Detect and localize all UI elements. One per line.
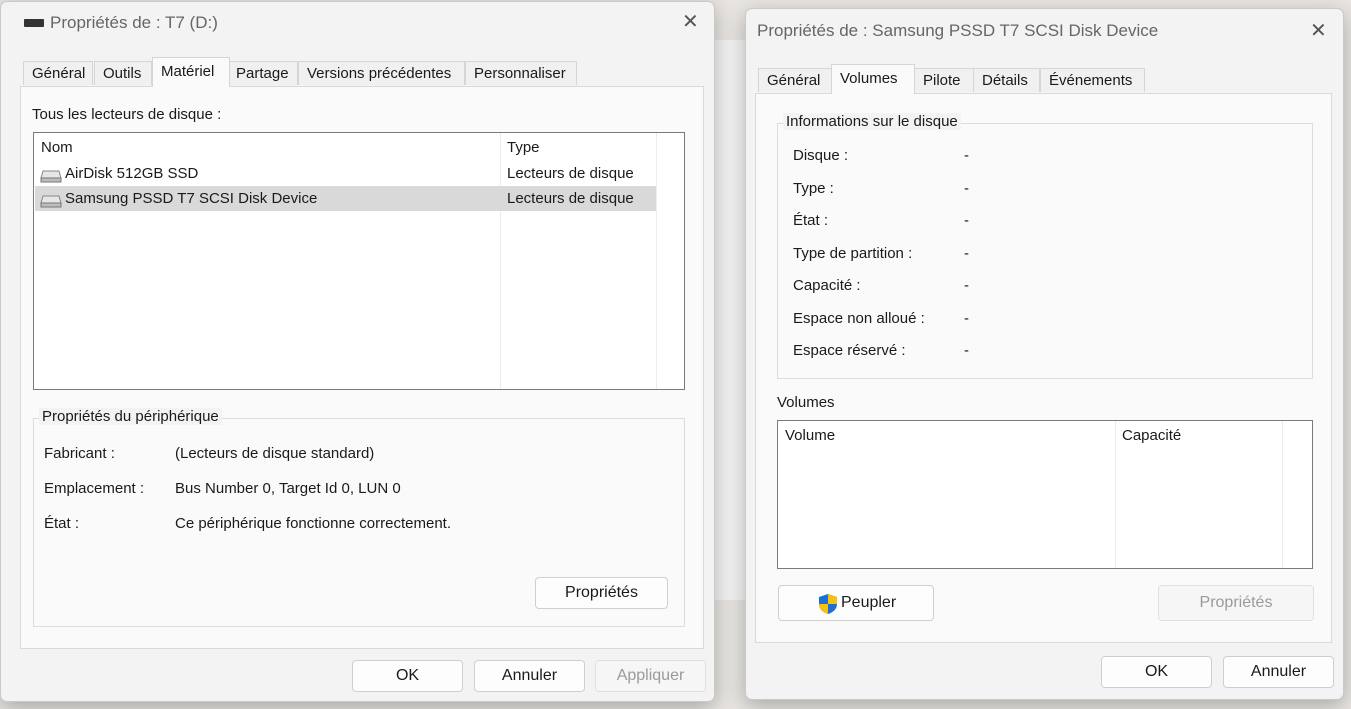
window-title: Propriétés de : Samsung PSSD T7 SCSI Dis…: [757, 21, 1159, 40]
tab-events[interactable]: Événements: [1040, 68, 1145, 92]
tab-strip: Général Outils Matériel Partage Versions…: [1, 57, 714, 87]
close-icon[interactable]: ✕: [1310, 21, 1327, 41]
uac-shield-icon: [819, 594, 837, 614]
ok-button[interactable]: OK: [1101, 656, 1212, 688]
tab-strip: Général Volumes Pilote Détails Événement…: [746, 64, 1343, 94]
group-legend: Propriétés du périphérique: [39, 408, 222, 425]
status-value: Ce périphérique fonctionne correctement.: [175, 515, 451, 532]
column-divider: [656, 133, 657, 389]
volumes-caption: Volumes: [777, 394, 835, 411]
apply-button[interactable]: Appliquer: [595, 660, 706, 692]
background-window-fragment: [713, 40, 747, 600]
volumes-panel: Informations sur le disque Disque : - Ty…: [755, 93, 1332, 643]
drives-list[interactable]: Nom Type AirDisk 512GB SSD Lecteurs de d…: [33, 132, 685, 390]
tab-previous-versions[interactable]: Versions précédentes: [298, 61, 465, 85]
reserved-space-value: -: [964, 342, 969, 359]
disk-value: -: [964, 147, 969, 164]
hardware-panel: Tous les lecteurs de disque : Nom Type A…: [20, 86, 704, 649]
drive-name: Samsung PSSD T7 SCSI Disk Device: [65, 190, 318, 207]
capacity-value: -: [964, 277, 969, 294]
list-caption: Tous les lecteurs de disque :: [32, 106, 222, 123]
location-value: Bus Number 0, Target Id 0, LUN 0: [175, 480, 401, 497]
column-divider: [1115, 421, 1116, 568]
volumes-list[interactable]: Volume Capacité: [777, 420, 1313, 569]
unallocated-space-label: Espace non alloué :: [793, 310, 925, 327]
close-icon[interactable]: ✕: [682, 12, 699, 32]
type-label: Type :: [793, 180, 834, 197]
populate-button[interactable]: Peupler: [778, 585, 934, 621]
reserved-space-label: Espace réservé :: [793, 342, 906, 359]
status-label: État :: [793, 212, 829, 229]
device-properties-group: Propriétés du périphérique Fabricant : (…: [33, 408, 685, 627]
drive-type: Lecteurs de disque: [507, 190, 634, 207]
tab-driver[interactable]: Pilote: [914, 68, 974, 92]
column-header-name[interactable]: Nom: [41, 139, 73, 156]
title-bar[interactable]: Propriétés de : Samsung PSSD T7 SCSI Dis…: [746, 9, 1343, 53]
column-divider: [1282, 421, 1283, 568]
disk-label: Disque :: [793, 147, 849, 164]
drive-icon: [24, 19, 44, 27]
device-properties-button[interactable]: Propriétés: [535, 577, 668, 609]
status-value: -: [964, 212, 969, 229]
tab-hardware[interactable]: Matériel: [152, 57, 230, 87]
ok-button[interactable]: OK: [352, 660, 463, 692]
tab-volumes[interactable]: Volumes: [831, 64, 915, 94]
location-label: Emplacement :: [44, 480, 145, 497]
manufacturer-value: (Lecteurs de disque standard): [175, 445, 375, 462]
column-header-capacity[interactable]: Capacité: [1122, 427, 1181, 444]
tab-customize[interactable]: Personnaliser: [465, 61, 577, 85]
type-value: -: [964, 180, 969, 197]
manufacturer-label: Fabricant :: [44, 445, 115, 462]
tab-general[interactable]: Général: [758, 68, 832, 92]
unallocated-space-value: -: [964, 310, 969, 327]
title-bar[interactable]: Propriétés de : T7 (D:) ✕: [1, 2, 714, 46]
window-title: Propriétés de : T7 (D:): [50, 13, 218, 32]
drive-type: Lecteurs de disque: [507, 165, 634, 182]
column-header-volume[interactable]: Volume: [785, 427, 835, 444]
tab-general[interactable]: Général: [23, 61, 93, 85]
capacity-label: Capacité :: [793, 277, 861, 294]
drive-icon: [40, 170, 62, 183]
disk-info-group: Informations sur le disque Disque : - Ty…: [777, 113, 1313, 379]
cancel-button[interactable]: Annuler: [1223, 656, 1334, 688]
populate-label: Peupler: [841, 594, 897, 611]
list-item[interactable]: AirDisk 512GB SSD Lecteurs de disque: [35, 161, 656, 186]
tab-tools[interactable]: Outils: [94, 61, 152, 85]
partition-type-value: -: [964, 245, 969, 262]
properties-window-t7: Propriétés de : T7 (D:) ✕ Général Outils…: [0, 1, 715, 702]
group-legend: Informations sur le disque: [783, 113, 961, 130]
tab-details[interactable]: Détails: [973, 68, 1040, 92]
volume-properties-button[interactable]: Propriétés: [1158, 585, 1314, 621]
drive-name: AirDisk 512GB SSD: [65, 165, 199, 182]
properties-window-samsung: Propriétés de : Samsung PSSD T7 SCSI Dis…: [745, 8, 1344, 700]
drive-icon: [40, 195, 62, 208]
partition-type-label: Type de partition :: [793, 245, 913, 262]
status-label: État :: [44, 515, 80, 532]
cancel-button[interactable]: Annuler: [474, 660, 585, 692]
tab-sharing[interactable]: Partage: [227, 61, 298, 85]
list-item-selected[interactable]: Samsung PSSD T7 SCSI Disk Device Lecteur…: [35, 186, 656, 211]
column-header-type[interactable]: Type: [507, 139, 540, 156]
